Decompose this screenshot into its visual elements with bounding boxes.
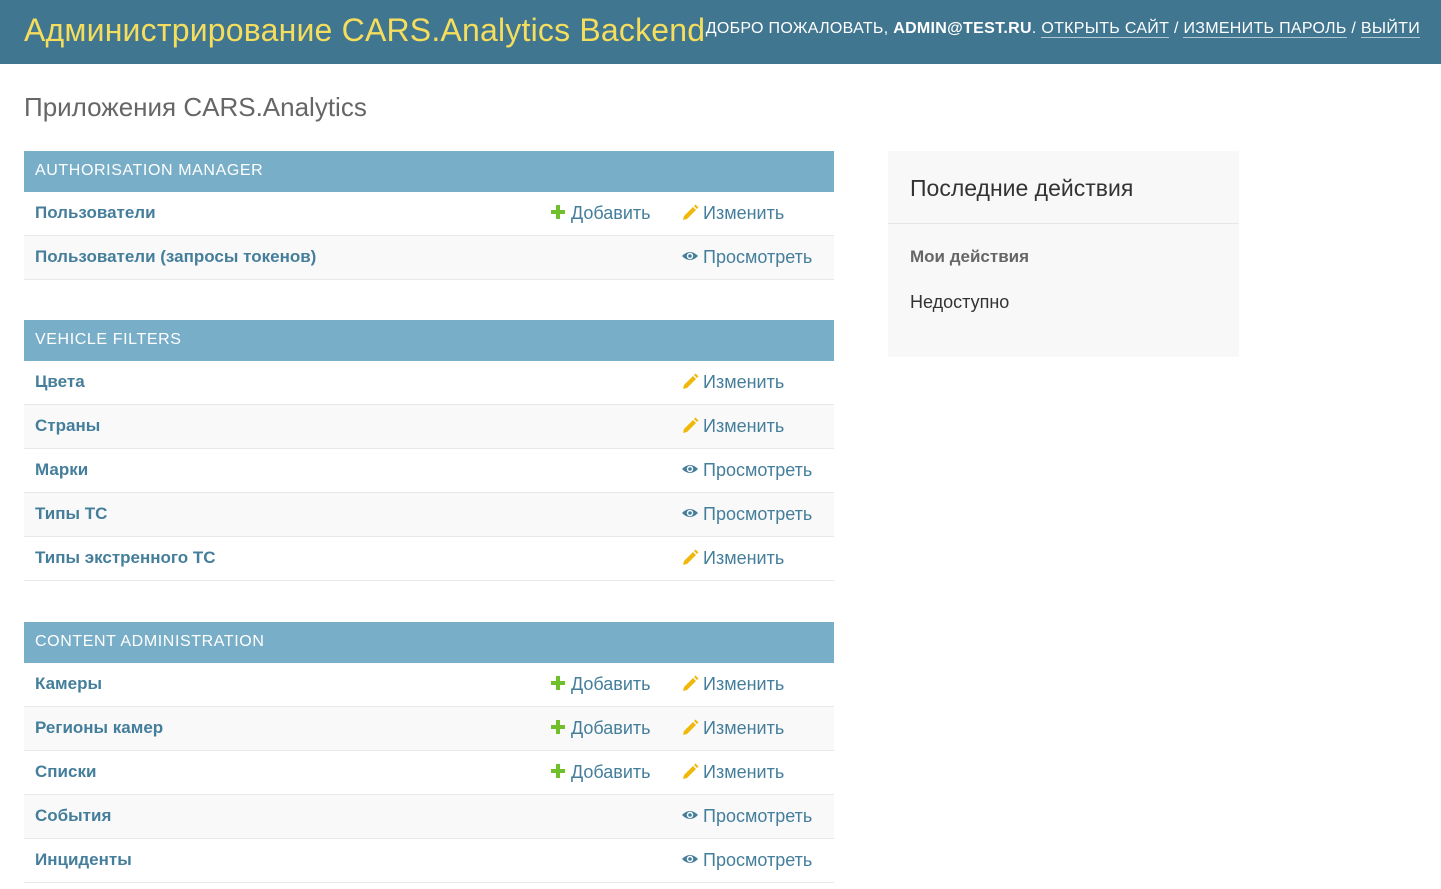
model-row-countries: Страны Изменить: [24, 405, 834, 449]
no-actions-text: Недоступно: [910, 292, 1010, 312]
model-link[interactable]: Типы ТС: [35, 504, 107, 524]
change-link[interactable]: Изменить: [681, 548, 784, 569]
recent-actions-title: Последние действия: [910, 175, 1134, 201]
model-link[interactable]: Типы экстренного ТС: [35, 548, 216, 568]
welcome-text: Добро пожаловать,: [705, 20, 889, 37]
model-link[interactable]: Инциденты: [35, 850, 132, 870]
eye-icon: [681, 504, 699, 522]
eye-icon: [681, 850, 699, 868]
change-label: Изменить: [703, 372, 785, 392]
module-content-administration: Content Administration Камеры Добавить И…: [24, 622, 834, 883]
view-label: Просмотреть: [703, 806, 813, 826]
add-label: Добавить: [571, 203, 651, 223]
add-label: Добавить: [571, 762, 651, 782]
header: Администрирование CARS.Analytics Backend…: [0, 0, 1441, 64]
add-link[interactable]: Добавить: [549, 718, 651, 739]
model-row-token-requests: Пользователи (запросы токенов) Просмотре…: [24, 236, 834, 280]
change-label: Изменить: [703, 203, 785, 223]
change-link[interactable]: Изменить: [681, 718, 784, 739]
eye-icon: [681, 806, 699, 824]
model-row-cameras: Камеры Добавить Изменить: [24, 663, 834, 707]
change-link[interactable]: Изменить: [681, 416, 784, 437]
change-link[interactable]: Изменить: [681, 762, 784, 783]
module-authorisation-manager: Authorisation manager Пользователи Добав…: [24, 151, 834, 280]
model-link[interactable]: События: [35, 806, 111, 826]
view-label: Просмотреть: [703, 247, 813, 267]
my-actions-heading: Мои действия: [910, 247, 1030, 266]
module-caption[interactable]: Content Administration: [24, 622, 834, 663]
pencil-icon: [681, 416, 699, 434]
separator: /: [1173, 20, 1179, 37]
view-link[interactable]: Просмотреть: [681, 247, 812, 268]
change-label: Изменить: [703, 674, 785, 694]
view-label: Просмотреть: [703, 504, 813, 524]
change-link[interactable]: Изменить: [681, 674, 784, 695]
model-link[interactable]: Камеры: [35, 674, 102, 694]
add-link[interactable]: Добавить: [549, 762, 651, 783]
model-row-emergency-vehicle-types: Типы экстренного ТС Изменить: [24, 537, 834, 581]
add-link[interactable]: Добавить: [549, 203, 651, 224]
change-label: Изменить: [703, 718, 785, 738]
model-link[interactable]: Страны: [35, 416, 100, 436]
module-vehicle-filters: Vehicle Filters Цвета Изменить Страны Из…: [24, 320, 834, 581]
change-password-link[interactable]: Изменить пароль: [1183, 20, 1347, 38]
current-user: admin@test.ru: [893, 20, 1032, 37]
model-link[interactable]: Цвета: [35, 372, 85, 392]
model-row-brands: Марки Просмотреть: [24, 449, 834, 493]
model-row-users: Пользователи Добавить Изменить: [24, 192, 834, 236]
recent-actions-panel: Последние действия Мои действия Недоступ…: [888, 151, 1239, 357]
pencil-icon: [681, 372, 699, 390]
add-label: Добавить: [571, 718, 651, 738]
page-title: Приложения CARS.Analytics: [24, 92, 367, 122]
pencil-icon: [681, 718, 699, 736]
pencil-icon: [681, 203, 699, 221]
pencil-icon: [681, 762, 699, 780]
plus-icon: [549, 674, 567, 692]
view-link[interactable]: Просмотреть: [681, 460, 812, 481]
user-tools: Добро пожаловать, admin@test.ru. Открыть…: [705, 20, 1420, 38]
logout-link[interactable]: Выйти: [1360, 20, 1420, 38]
model-row-events: События Просмотреть: [24, 795, 834, 839]
separator: /: [1351, 20, 1357, 37]
view-link[interactable]: Просмотреть: [681, 504, 812, 525]
plus-icon: [549, 762, 567, 780]
view-site-link[interactable]: Открыть сайт: [1041, 20, 1170, 38]
plus-icon: [549, 718, 567, 736]
plus-icon: [549, 203, 567, 221]
model-link[interactable]: Регионы камер: [35, 718, 163, 738]
change-label: Изменить: [703, 762, 785, 782]
pencil-icon: [681, 674, 699, 692]
eye-icon: [681, 460, 699, 478]
model-row-vehicle-types: Типы ТС Просмотреть: [24, 493, 834, 537]
model-link[interactable]: Марки: [35, 460, 88, 480]
model-link[interactable]: Пользователи: [35, 203, 156, 223]
model-row-colors: Цвета Изменить: [24, 361, 834, 405]
eye-icon: [681, 247, 699, 265]
view-link[interactable]: Просмотреть: [681, 806, 812, 827]
change-label: Изменить: [703, 416, 785, 436]
add-link[interactable]: Добавить: [549, 674, 651, 695]
module-caption[interactable]: Vehicle Filters: [24, 320, 834, 361]
model-row-incidents: Инциденты Просмотреть: [24, 839, 834, 883]
view-label: Просмотреть: [703, 850, 813, 870]
model-row-camera-regions: Регионы камер Добавить Изменить: [24, 707, 834, 751]
view-label: Просмотреть: [703, 460, 813, 480]
add-label: Добавить: [571, 674, 651, 694]
divider: [888, 223, 1239, 224]
change-label: Изменить: [703, 548, 785, 568]
view-link[interactable]: Просмотреть: [681, 850, 812, 871]
model-link[interactable]: Пользователи (запросы токенов): [35, 247, 316, 267]
site-branding[interactable]: Администрирование CARS.Analytics Backend: [24, 12, 705, 49]
model-link[interactable]: Списки: [35, 762, 96, 782]
change-link[interactable]: Изменить: [681, 203, 784, 224]
module-caption[interactable]: Authorisation manager: [24, 151, 834, 192]
model-row-lists: Списки Добавить Изменить: [24, 751, 834, 795]
pencil-icon: [681, 548, 699, 566]
change-link[interactable]: Изменить: [681, 372, 784, 393]
